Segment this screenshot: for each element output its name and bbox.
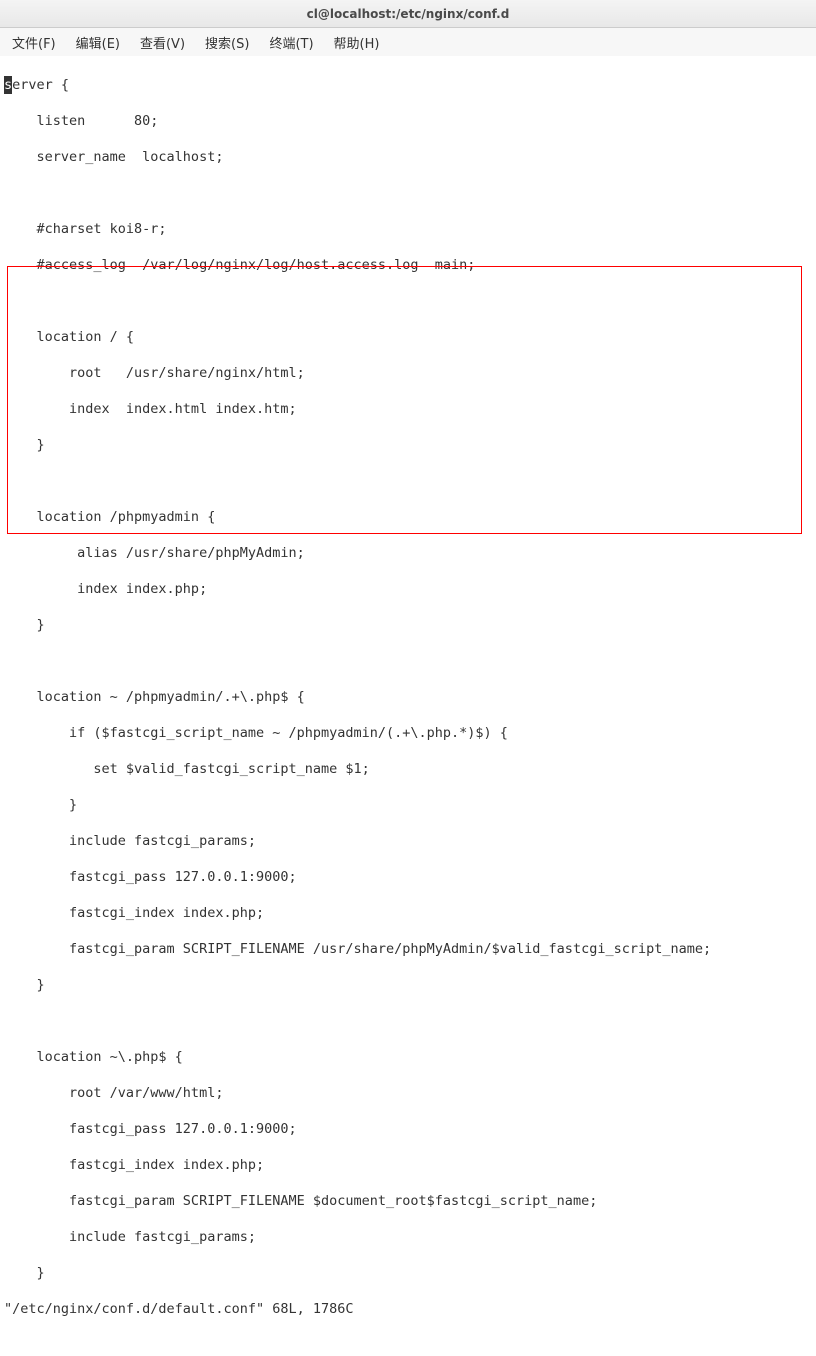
- window-titlebar: cl@localhost:/etc/nginx/conf.d: [0, 0, 816, 28]
- code-line: fastcgi_index index.php;: [4, 1156, 812, 1174]
- code-line: location /phpmyadmin {: [4, 508, 812, 526]
- window-title: cl@localhost:/etc/nginx/conf.d: [307, 7, 510, 21]
- code-line: listen 80;: [4, 112, 812, 130]
- code-line: location ~ /phpmyadmin/.+\.php$ {: [4, 688, 812, 706]
- code-line: include fastcgi_params;: [4, 1228, 812, 1246]
- menu-edit[interactable]: 编辑(E): [72, 31, 124, 54]
- code-line: [4, 652, 812, 670]
- code-line: server_name localhost;: [4, 148, 812, 166]
- code-line: server {: [4, 76, 812, 94]
- code-line: [4, 184, 812, 202]
- code-line: }: [4, 436, 812, 454]
- menu-help[interactable]: 帮助(H): [330, 31, 384, 54]
- code-line: }: [4, 976, 812, 994]
- code-line: fastcgi_param SCRIPT_FILENAME $document_…: [4, 1192, 812, 1210]
- code-line: }: [4, 616, 812, 634]
- code-line: #charset koi8-r;: [4, 220, 812, 238]
- code-line: root /usr/share/nginx/html;: [4, 364, 812, 382]
- code-text: erver {: [12, 77, 69, 93]
- code-line: fastcgi_index index.php;: [4, 904, 812, 922]
- code-line: index index.php;: [4, 580, 812, 598]
- code-line: }: [4, 1264, 812, 1282]
- menu-view[interactable]: 查看(V): [136, 31, 189, 54]
- menubar: 文件(F) 编辑(E) 查看(V) 搜索(S) 终端(T) 帮助(H): [0, 28, 816, 56]
- code-line: root /var/www/html;: [4, 1084, 812, 1102]
- code-line: fastcgi_pass 127.0.0.1:9000;: [4, 868, 812, 886]
- code-line: set $valid_fastcgi_script_name $1;: [4, 760, 812, 778]
- code-line: [4, 472, 812, 490]
- code-line: fastcgi_pass 127.0.0.1:9000;: [4, 1120, 812, 1138]
- code-line: [4, 292, 812, 310]
- code-line: }: [4, 796, 812, 814]
- menu-terminal[interactable]: 终端(T): [265, 31, 317, 54]
- code-line: [4, 1012, 812, 1030]
- terminal-content[interactable]: server { listen 80; server_name localhos…: [0, 56, 816, 1356]
- code-line: if ($fastcgi_script_name ~ /phpmyadmin/(…: [4, 724, 812, 742]
- status-line: "/etc/nginx/conf.d/default.conf" 68L, 17…: [4, 1300, 812, 1318]
- text-cursor: s: [4, 76, 12, 94]
- code-line: index index.html index.htm;: [4, 400, 812, 418]
- menu-search[interactable]: 搜索(S): [201, 31, 253, 54]
- code-line: fastcgi_param SCRIPT_FILENAME /usr/share…: [4, 940, 812, 958]
- code-line: alias /usr/share/phpMyAdmin;: [4, 544, 812, 562]
- menu-file[interactable]: 文件(F): [8, 31, 60, 54]
- code-line: location ~\.php$ {: [4, 1048, 812, 1066]
- code-line: include fastcgi_params;: [4, 832, 812, 850]
- code-line: location / {: [4, 328, 812, 346]
- code-line: #access_log /var/log/nginx/log/host.acce…: [4, 256, 812, 274]
